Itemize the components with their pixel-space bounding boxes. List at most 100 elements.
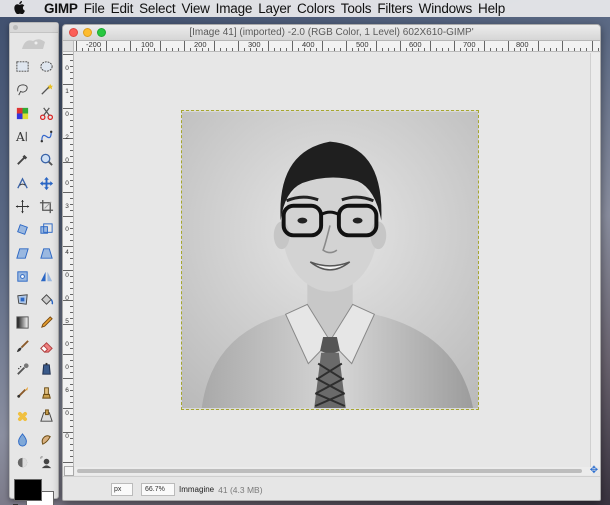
ruler-tick [63,84,73,85]
ruler-label: 2 [65,134,69,141]
close-button[interactable] [69,28,78,37]
ruler-corner-button[interactable] [63,41,74,52]
ruler-tick [586,48,587,51]
ruler-tick [70,204,73,205]
horizontal-scrollbar[interactable] [75,467,592,475]
horizontal-ruler[interactable]: -200 100 200 300 400 500 600 700 800 [74,41,600,52]
ruler-tick [268,41,269,51]
foreground-color-swatch[interactable] [14,479,42,502]
zoom-select[interactable]: 66.7% [141,483,175,496]
ruler-tick [220,48,221,51]
navigate-icon[interactable]: ✥ [589,466,599,476]
menu-colors[interactable]: Colors [297,1,335,16]
ruler-tick [580,48,581,51]
shear-icon[interactable] [11,241,33,264]
ruler-tick [70,126,73,127]
ruler-tick [448,48,449,51]
apple-menu-icon[interactable] [12,0,26,17]
ruler-label: 0 [65,410,69,417]
eraser-icon[interactable] [35,335,57,358]
ruler-tick [70,330,73,331]
ruler-tick [502,48,503,51]
bucket-fill-icon[interactable] [35,288,57,311]
ruler-tick [550,48,551,51]
status-label: Immagine [179,485,215,494]
zoom-icon[interactable] [35,148,57,171]
crop-icon[interactable] [35,195,57,218]
cage-transform-icon[interactable] [11,288,33,311]
align-icon[interactable] [11,195,33,218]
ruler-tick [286,48,287,51]
ruler-tick [106,41,107,51]
ruler-tick [70,78,73,79]
clone-icon[interactable] [35,381,57,404]
window-controls [69,28,106,37]
move-icon[interactable] [35,171,57,194]
image-window-titlebar[interactable]: [Image 41] (imported) -2.0 (RGB Color, 1… [63,25,600,41]
ruler-tick [478,48,479,51]
unified-transform-icon[interactable] [11,265,33,288]
minimize-button[interactable] [83,28,92,37]
flip-icon[interactable] [35,265,57,288]
mypaint-brush-icon[interactable] [11,381,33,404]
perspective-icon[interactable] [35,241,57,264]
ruler-tick [280,48,281,51]
menu-edit[interactable]: Edit [111,1,134,16]
color-picker-icon[interactable] [11,148,33,171]
wilber-drop-area[interactable] [10,33,58,55]
fuzzy-select-icon[interactable] [35,78,57,101]
ruler-tick [178,48,179,51]
blur-icon[interactable] [11,428,33,451]
text-icon[interactable]: A [11,125,33,148]
ellipse-select-icon[interactable] [35,55,57,78]
menu-tools[interactable]: Tools [341,1,372,16]
ruler-tick [598,48,599,51]
ruler-tick [70,156,73,157]
airbrush-icon[interactable] [11,358,33,381]
menu-windows[interactable]: Windows [419,1,473,16]
ruler-label: 1 [65,88,69,95]
scale-icon[interactable] [35,218,57,241]
menu-filters[interactable]: Filters [377,1,413,16]
gradient-icon[interactable] [11,311,33,334]
fg-select-icon[interactable] [35,451,57,474]
free-select-icon[interactable] [11,78,33,101]
ruler-tick [538,41,539,51]
menu-file[interactable]: File [84,1,105,16]
menu-image[interactable]: Image [216,1,253,16]
toolbox-titlebar[interactable] [10,23,58,33]
rotate-icon[interactable] [11,218,33,241]
scissors-select-icon[interactable] [35,102,57,125]
ruler-tick [70,312,73,313]
menu-view[interactable]: View [181,1,209,16]
measure-icon[interactable] [11,171,33,194]
dodge-burn-icon[interactable] [11,451,33,474]
smudge-icon[interactable] [35,428,57,451]
color-select-icon[interactable] [11,102,33,125]
unit-select[interactable]: px [111,483,133,496]
fg-bg-color-area [10,479,58,505]
menu-select[interactable]: Select [139,1,176,16]
zoom-window-button[interactable] [97,28,106,37]
ruler-tick [70,288,73,289]
menu-gimp[interactable]: GIMP [44,1,78,16]
paths-icon[interactable] [35,125,57,148]
perspective-clone-icon[interactable] [35,404,57,427]
horizontal-scrollbar-thumb[interactable] [77,469,582,473]
image-layer[interactable] [181,110,479,410]
vertical-scrollbar[interactable] [590,53,600,467]
ruler-tick [112,48,113,51]
ruler-tick [136,48,137,51]
ruler-tick [208,48,209,51]
paintbrush-icon[interactable] [11,335,33,358]
vertical-ruler[interactable]: 0 1 0 2 0 0 3 0 4 0 0 5 0 0 6 0 0 [63,52,74,467]
menu-help[interactable]: Help [478,1,505,16]
rect-select-icon[interactable] [11,55,33,78]
quick-mask-toggle[interactable] [64,466,74,476]
pencil-icon[interactable] [35,311,57,334]
heal-icon[interactable] [11,404,33,427]
ink-icon[interactable] [35,358,57,381]
menu-layer[interactable]: Layer [258,1,291,16]
toolbox-close-button[interactable] [13,25,18,30]
image-canvas[interactable] [75,53,592,467]
